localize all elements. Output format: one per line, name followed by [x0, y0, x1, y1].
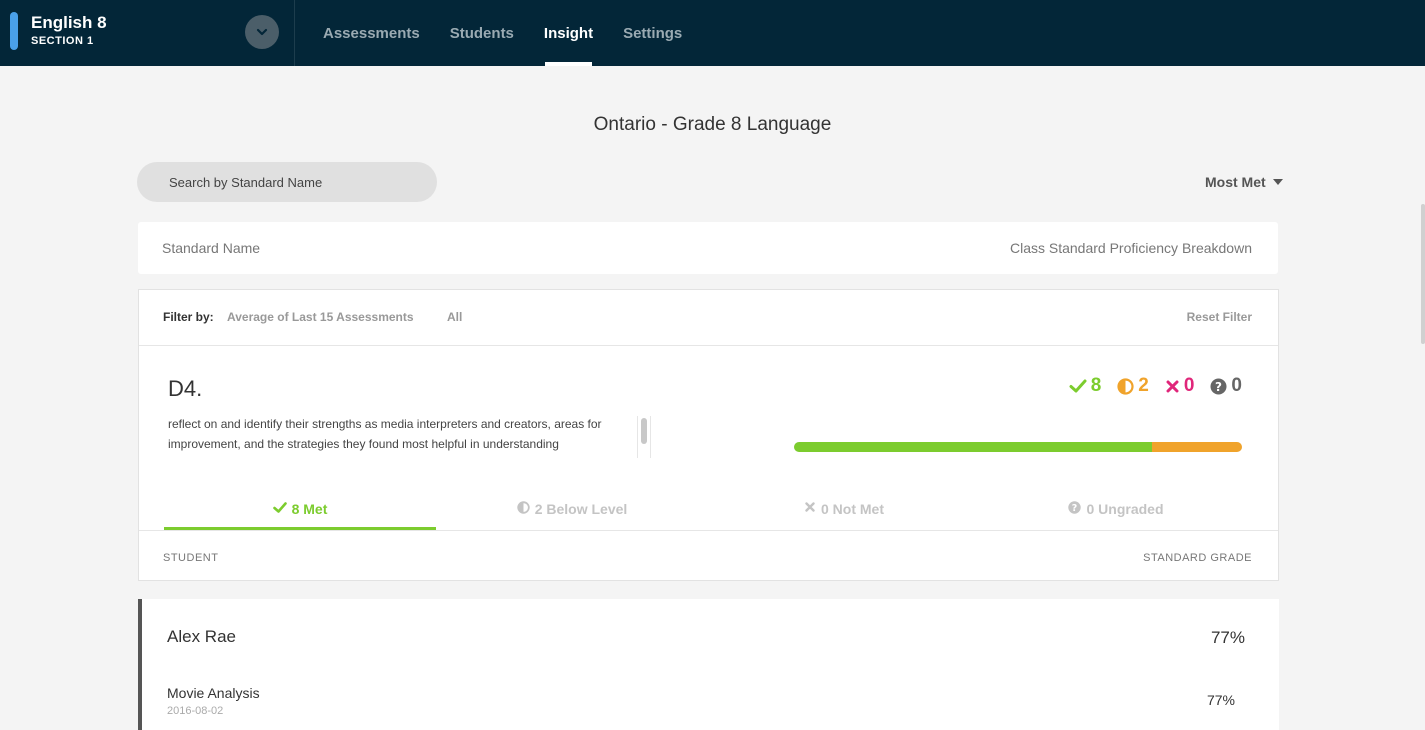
header-proficiency-breakdown: Class Standard Proficiency Breakdown — [1009, 240, 1252, 256]
standard-description: reflect on and identify their strengths … — [168, 417, 602, 451]
half-circle-icon — [1117, 377, 1134, 395]
check-icon — [1069, 379, 1087, 393]
page-scrollbar[interactable] — [1421, 204, 1425, 344]
top-bar: English 8 SECTION 1 Assessments Students… — [0, 0, 1425, 66]
chevron-down-icon — [256, 28, 268, 36]
tab-ungraded-label: 0 Ungraded — [1086, 501, 1164, 517]
question-icon: ? — [1210, 378, 1227, 394]
x-icon — [1166, 380, 1179, 392]
tab-met[interactable]: 8 Met — [164, 496, 436, 531]
reset-filter-button[interactable]: Reset Filter — [1187, 310, 1252, 324]
progress-met-segment — [794, 442, 1153, 452]
not-met-count: 0 — [1165, 375, 1195, 397]
scrollbar-thumb[interactable] — [641, 418, 647, 444]
x-icon — [805, 502, 815, 512]
main-nav: Assessments Students Insight Settings — [308, 0, 697, 66]
svg-text:?: ? — [1215, 380, 1222, 394]
tabs-divider — [139, 530, 1278, 531]
student-grade: 77% — [1210, 628, 1245, 647]
course-title[interactable]: English 8 — [31, 13, 107, 33]
half-circle-icon — [517, 501, 530, 514]
progress-below-segment — [1152, 442, 1242, 452]
assessment-date: 2016-08-02 — [167, 705, 224, 717]
ungraded-count-value: 0 — [1231, 375, 1242, 396]
page-title: Ontario - Grade 8 Language — [593, 114, 832, 135]
column-student: STUDENT — [163, 552, 219, 564]
question-icon: ? — [1068, 501, 1082, 514]
standard-card: Filter by: Average of Last 15 Assessment… — [138, 289, 1279, 581]
not-met-count-value: 0 — [1183, 375, 1195, 396]
student-row[interactable]: Alex Rae 77% Movie Analysis 2016-08-02 7… — [138, 599, 1279, 730]
search-standard-input[interactable] — [137, 162, 437, 202]
assessment-name[interactable]: Movie Analysis — [167, 685, 260, 701]
met-count-value: 8 — [1090, 375, 1102, 396]
column-standard-grade: STANDARD GRADE — [1143, 552, 1252, 564]
filter-label: Filter by: — [163, 310, 214, 324]
filter-all[interactable]: All — [447, 310, 462, 324]
proficiency-counts: 8 2 0 ? 0 — [1069, 375, 1242, 397]
nav-settings[interactable]: Settings — [608, 0, 697, 66]
filter-last-15-assessments[interactable]: Average of Last 15 Assessments — [227, 310, 414, 324]
course-section[interactable]: SECTION 1 — [31, 35, 94, 47]
below-count: 2 — [1117, 375, 1149, 397]
met-count: 8 — [1069, 375, 1102, 397]
tab-not-met[interactable]: 0 Not Met — [708, 496, 980, 531]
header-standard-name: Standard Name — [162, 240, 261, 256]
nav-students[interactable]: Students — [435, 0, 529, 66]
standard-code: D4. — [168, 376, 203, 401]
proficiency-progress-bar — [794, 442, 1242, 452]
tab-met-label: 8 Met — [291, 501, 328, 517]
tab-not-met-label: 0 Not Met — [821, 501, 884, 517]
ungraded-count: ? 0 — [1210, 375, 1242, 397]
nav-assessments[interactable]: Assessments — [308, 0, 435, 66]
topbar-divider — [294, 0, 295, 66]
tab-below-label: 2 Below Level — [534, 501, 628, 517]
filter-bar: Filter by: Average of Last 15 Assessment… — [139, 290, 1278, 346]
sort-dropdown[interactable]: Most Met — [1205, 174, 1283, 190]
course-switch-button[interactable] — [245, 15, 279, 49]
course-accent — [10, 12, 18, 50]
tab-ungraded[interactable]: ? 0 Ungraded — [980, 496, 1252, 531]
sort-label: Most Met — [1205, 174, 1266, 190]
tab-below-level[interactable]: 2 Below Level — [436, 496, 708, 531]
proficiency-tabs: 8 Met 2 Below Level 0 Not Met ? 0 Ungrad… — [164, 496, 1254, 531]
below-count-value: 2 — [1138, 375, 1149, 396]
caret-down-icon — [1272, 179, 1283, 185]
description-scrollbar[interactable] — [637, 416, 651, 458]
svg-text:?: ? — [1072, 503, 1078, 514]
check-icon — [272, 502, 287, 513]
table-header: Standard Name Class Standard Proficiency… — [138, 222, 1278, 274]
student-name: Alex Rae — [167, 627, 236, 646]
assessment-grade: 77% — [1206, 692, 1235, 708]
nav-insight[interactable]: Insight — [529, 0, 608, 66]
